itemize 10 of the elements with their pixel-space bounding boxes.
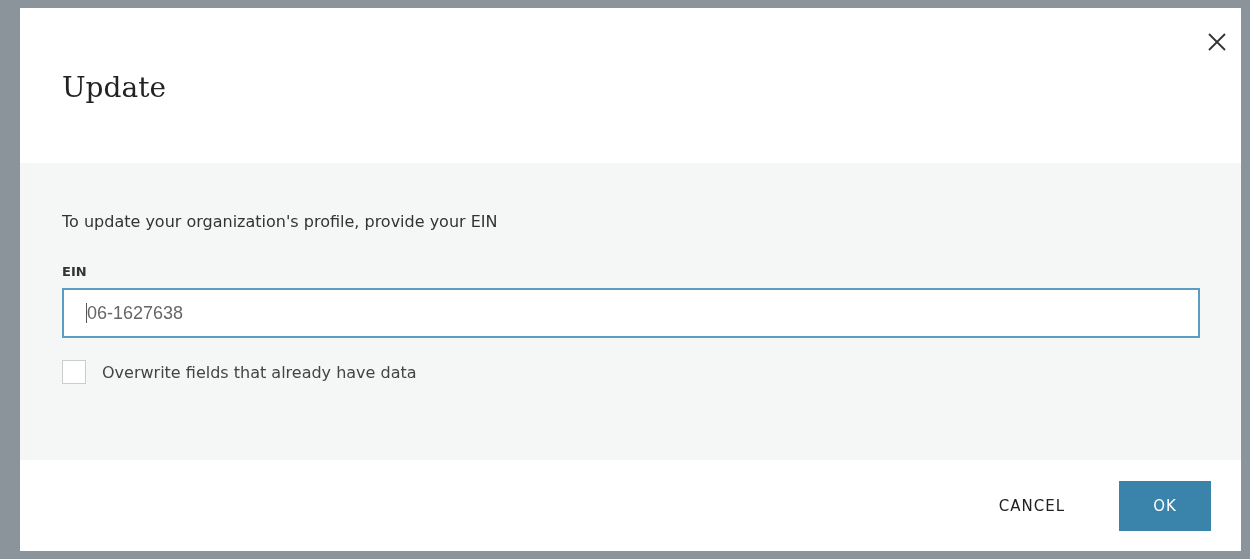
dialog-title: Update [62, 70, 166, 106]
text-cursor [86, 303, 87, 323]
instruction-text: To update your organization's profile, provide your EIN [62, 211, 498, 233]
ein-field[interactable]: 06-1627638 [62, 288, 1200, 338]
cancel-button[interactable]: CANCEL [974, 480, 1089, 531]
field-label: EIN [62, 264, 87, 279]
ok-button[interactable]: OK [1119, 480, 1211, 531]
close-icon[interactable] [1208, 33, 1226, 51]
checkbox-label: Overwrite fields that already have data [102, 362, 417, 382]
checkbox[interactable] [62, 360, 86, 384]
